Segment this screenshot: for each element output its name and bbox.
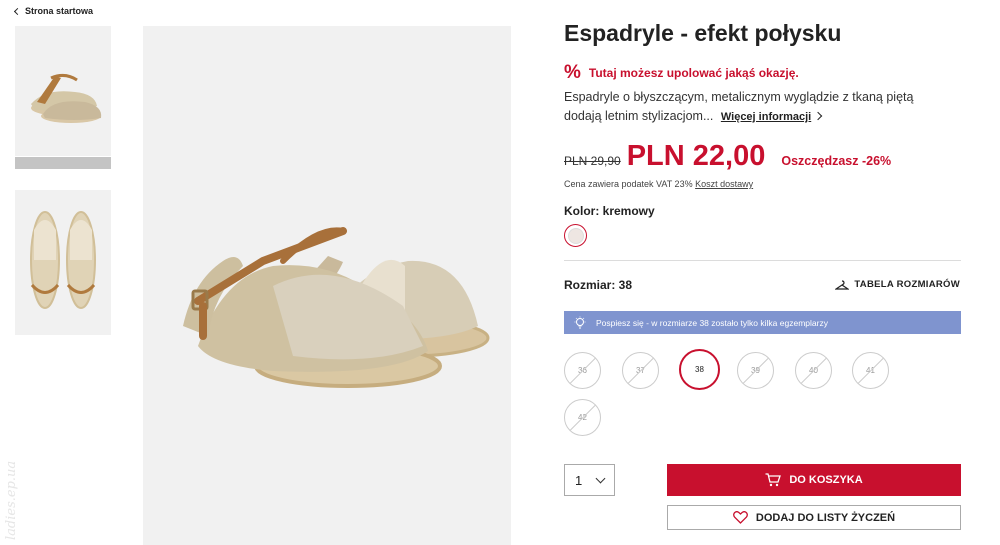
size-table-link[interactable]: TABELA ROZMIARÓW [835, 279, 960, 290]
price-row: PLN 29,90 PLN 22,00 Oszczędzasz -26% [564, 140, 891, 173]
heart-icon [732, 511, 748, 524]
stock-notice: Pospiesz się - w rozmiarze 38 zostało ty… [564, 311, 961, 334]
more-info-link[interactable]: Więcej informacji [721, 111, 811, 123]
quantity-select[interactable]: 1 [564, 464, 615, 496]
old-price: PLN 29,90 [564, 154, 621, 168]
product-title: Espadryle - efekt połysku [564, 20, 842, 46]
size-option-36[interactable]: 36 [564, 352, 601, 389]
color-swatch-cream[interactable] [564, 224, 587, 247]
lightbulb-icon [564, 316, 596, 330]
size-option-41[interactable]: 41 [852, 352, 889, 389]
chevron-right-icon [813, 111, 823, 121]
deal-text: Tutaj możesz upolować jakąś okazję. [588, 65, 799, 80]
size-table-label: TABELA ROZMIARÓW [854, 279, 960, 290]
size-label: Rozmiar: 38 [564, 278, 633, 292]
stock-notice-text: Pospiesz się - w rozmiarze 38 zostało ty… [596, 317, 828, 328]
cart-icon [765, 473, 782, 487]
chevron-left-icon [13, 7, 22, 15]
swatch-fill [567, 227, 584, 244]
savings-label: Oszczędzasz -26% [781, 154, 892, 168]
size-option-37[interactable]: 37 [622, 352, 659, 389]
current-price: PLN 22,00 [626, 140, 766, 172]
add-to-wishlist-button[interactable]: DODAJ DO LISTY ŻYCZEŃ [667, 505, 961, 530]
vat-info: Cena zawiera podatek VAT 23% Koszt dosta… [564, 179, 753, 189]
back-link[interactable]: Strona startowa [13, 6, 94, 16]
back-link-label: Strona startowa [25, 6, 94, 16]
add-to-cart-label: DO KOSZYKA [789, 474, 863, 486]
color-label: Kolor: kremowy [564, 204, 655, 218]
hanger-icon [835, 279, 850, 290]
size-option-39[interactable]: 39 [737, 352, 774, 389]
size-option-40[interactable]: 40 [795, 352, 832, 389]
add-to-wishlist-label: DODAJ DO LISTY ŻYCZEŃ [755, 511, 896, 524]
shipping-cost-link[interactable]: Koszt dostawy [695, 179, 753, 189]
thumbnail-active-indicator [15, 157, 111, 169]
chevron-down-icon [595, 473, 606, 483]
size-option-38[interactable]: 38 [679, 349, 720, 390]
product-description: Espadryle o błyszczącym, metalicznym wyg… [564, 88, 954, 127]
watermark: ladies.ep.ua [4, 460, 19, 540]
size-option-42[interactable]: 42 [564, 399, 601, 436]
divider [564, 260, 961, 261]
vat-text: Cena zawiera podatek VAT 23% [564, 179, 693, 189]
thumbnail-side-view[interactable] [15, 26, 111, 156]
deal-banner: % Tutaj możesz upolować jakąś okazję. [564, 63, 799, 82]
add-to-cart-button[interactable]: DO KOSZYKA [667, 464, 961, 496]
percent-icon: % [564, 62, 581, 83]
main-product-image[interactable] [143, 26, 511, 545]
quantity-value: 1 [575, 472, 583, 488]
thumbnail-top-view[interactable] [15, 190, 111, 335]
